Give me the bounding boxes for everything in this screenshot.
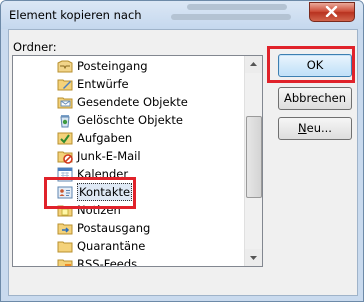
- close-icon: [325, 6, 338, 17]
- kontakte-highlight-box: [44, 177, 136, 209]
- folder-item-label: Junk-E-Mail: [77, 149, 141, 163]
- drafts-icon: [57, 79, 73, 91]
- folder-icon: [57, 241, 73, 253]
- folder-item-posteingang[interactable]: Posteingang: [57, 57, 148, 75]
- junk-mail-icon: [57, 151, 73, 164]
- folder-item-gesendete-objekte[interactable]: Gesendete Objekte: [57, 93, 188, 111]
- new-button-accelerator: N: [298, 121, 307, 135]
- vertical-scrollbar[interactable]: [244, 56, 262, 266]
- folder-label: Ordner:: [13, 40, 57, 54]
- inbox-icon: [57, 60, 73, 73]
- deleted-items-icon: [60, 115, 70, 128]
- scroll-thumb[interactable]: [246, 116, 262, 198]
- rss-feeds-icon: [57, 259, 73, 266]
- new-folder-button[interactable]: Neu...: [278, 117, 352, 140]
- folder-item-label: Gelöschte Objekte: [77, 113, 183, 127]
- folder-item-label: Entwürfe: [77, 77, 129, 91]
- folder-item-label: Quarantäne: [77, 239, 146, 253]
- ok-highlight-box: [267, 46, 355, 83]
- tasks-icon: [57, 132, 73, 145]
- folder-item-entwuerfe[interactable]: Entwürfe: [57, 75, 129, 93]
- outbox-icon: [57, 223, 73, 235]
- folder-tree[interactable]: Posteingang Entwürfe Gesendete Objekte G…: [12, 55, 263, 267]
- folder-item-label: Posteingang: [77, 59, 148, 73]
- folder-item-quarantaene[interactable]: Quarantäne: [57, 237, 145, 255]
- window-title: Element kopieren nach: [9, 8, 142, 22]
- folder-item-label: RSS-Feeds: [77, 257, 138, 267]
- folder-item-label: Aufgaben: [77, 131, 133, 145]
- scroll-down-button[interactable]: [245, 249, 262, 266]
- new-button-suffix: eu...: [306, 121, 332, 135]
- arrow-down-icon: [250, 256, 257, 260]
- folder-item-label: Gesendete Objekte: [77, 95, 188, 109]
- blurred-account-text: [187, 4, 287, 10]
- copy-item-dialog: Element kopieren nach Ordner: Posteingan…: [0, 0, 364, 302]
- folder-item-geloeschte-objekte[interactable]: Gelöschte Objekte: [57, 111, 183, 129]
- cancel-button[interactable]: Abbrechen: [278, 87, 352, 110]
- title-bar[interactable]: Element kopieren nach: [1, 1, 363, 29]
- scroll-up-button[interactable]: [245, 56, 262, 73]
- folder-item-postausgang[interactable]: Postausgang: [57, 219, 150, 237]
- folder-item-aufgaben[interactable]: Aufgaben: [57, 129, 132, 147]
- folder-item-label: Postausgang: [77, 221, 151, 235]
- blurred-account-text: [171, 14, 291, 20]
- sent-items-icon: [57, 97, 73, 109]
- folder-item-rss-feeds[interactable]: RSS-Feeds: [57, 255, 138, 267]
- folder-item-junk-e-mail[interactable]: Junk-E-Mail: [57, 147, 141, 165]
- close-button[interactable]: [309, 2, 355, 22]
- arrow-up-icon: [250, 62, 257, 66]
